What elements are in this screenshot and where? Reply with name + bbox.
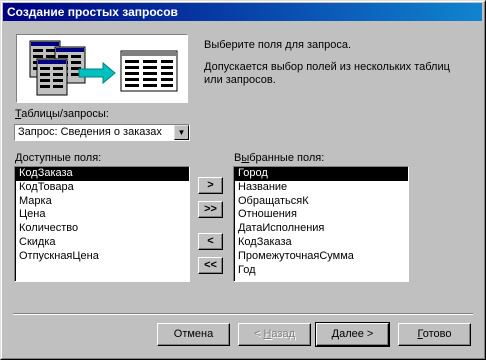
- available-fields-list[interactable]: КодЗаказа КодТовара Марка Цена Количество Ски…: [14, 166, 190, 282]
- tables-label-text: аблицы/запросы:: [21, 108, 109, 120]
- tables-label: Таблицы/запросы:: [15, 108, 109, 120]
- available-fields-label: Доступные поля:: [15, 152, 101, 164]
- next-text: алее >: [339, 328, 374, 340]
- selected-list-item[interactable]: Название: [234, 181, 408, 195]
- description-line-2: Допускается выбор полей из нескольких та…: [204, 61, 450, 73]
- available-list-item[interactable]: ОтпускнаяЦена: [15, 250, 189, 264]
- back-text: азад: [271, 328, 295, 340]
- wizard-window: Создание простых запросов Выберите поля …: [0, 0, 486, 360]
- available-list-item[interactable]: Цена: [15, 208, 189, 222]
- selected-list-item[interactable]: Город: [234, 167, 408, 181]
- selected-list-item[interactable]: КодЗаказа: [234, 236, 408, 250]
- tables-to-query-icon: [29, 40, 178, 96]
- selected-list-item[interactable]: Год: [234, 264, 408, 278]
- selected-fields-list[interactable]: Город Название ОбращатьсяК Отношения ДатаИсп…: [233, 166, 409, 282]
- selected-list-item[interactable]: ОбращатьсяК: [234, 195, 408, 209]
- next-button[interactable]: Далее >: [315, 322, 390, 347]
- description-line-3: или запросов.: [204, 74, 276, 86]
- selected-list-item[interactable]: ПромежуточнаяСумма: [234, 250, 408, 264]
- description-line-1: Выберите поля для запроса.: [204, 39, 352, 51]
- selected-list-item[interactable]: ДатаИсполнения: [234, 222, 408, 236]
- available-label-accel: Д: [15, 152, 23, 164]
- back-button[interactable]: < Назад: [238, 323, 311, 346]
- remove-all-fields-button[interactable]: <<: [198, 257, 223, 274]
- tables-combobox[interactable]: Запрос: Сведения о заказах ▼: [14, 124, 190, 141]
- available-list-item[interactable]: Количество: [15, 222, 189, 236]
- selected-label-text: бранные поля:: [249, 152, 325, 164]
- available-list-item[interactable]: Марка: [15, 195, 189, 209]
- add-field-button[interactable]: >: [198, 177, 223, 194]
- selected-list-item[interactable]: Отношения: [234, 208, 408, 222]
- next-accel: Д: [331, 328, 340, 340]
- dropdown-arrow-icon[interactable]: ▼: [174, 125, 189, 140]
- add-all-fields-button[interactable]: >>: [198, 201, 223, 218]
- selected-fields-label: Выбранные поля:: [234, 152, 324, 164]
- available-list-item[interactable]: КодТовара: [15, 181, 189, 195]
- finish-text: отово: [422, 328, 452, 340]
- wizard-illustration: [16, 34, 188, 103]
- title-bar[interactable]: Создание простых запросов: [3, 3, 482, 21]
- window-title: Создание простых запросов: [7, 5, 178, 19]
- available-list-item[interactable]: Скидка: [15, 236, 189, 250]
- remove-field-button[interactable]: <: [198, 233, 223, 250]
- finish-button[interactable]: Готово: [398, 323, 471, 346]
- footer-separator: [13, 313, 473, 315]
- available-label-text: оступные поля:: [22, 152, 102, 164]
- cancel-button[interactable]: Отмена: [157, 323, 230, 346]
- tables-combobox-value: Запрос: Сведения о заказах: [18, 126, 162, 138]
- available-list-item[interactable]: КодЗаказа: [15, 167, 189, 181]
